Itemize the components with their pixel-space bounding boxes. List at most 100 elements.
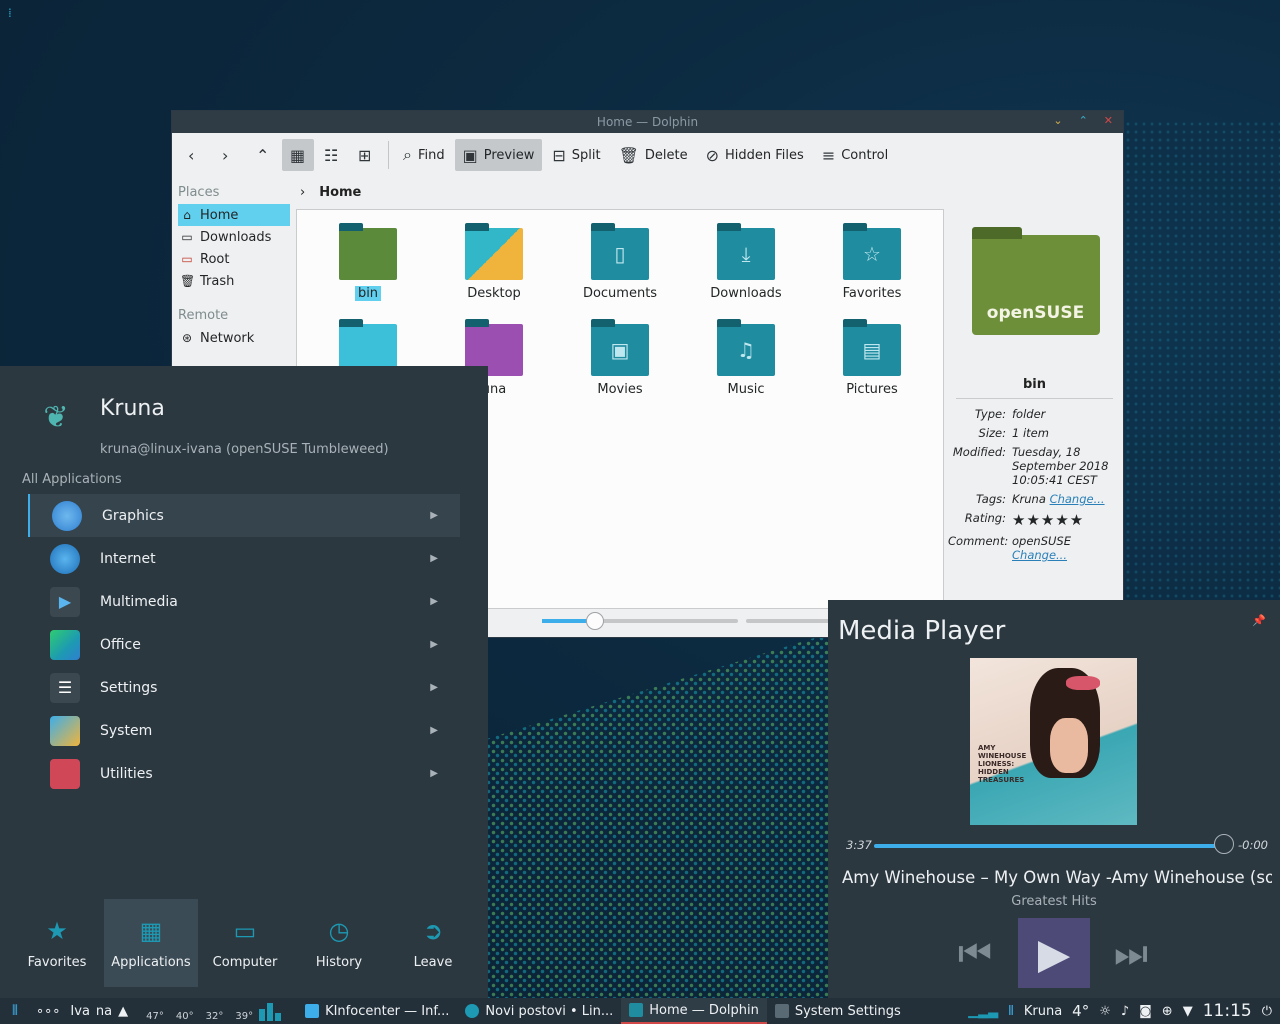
category-multimedia[interactable]: ▶ Multimedia ▶ <box>28 580 460 623</box>
breadcrumb-chevron-icon[interactable]: › <box>300 185 305 200</box>
compact-view-button[interactable]: ☷ <box>316 139 348 171</box>
hamburger-menu-icon: ≡ <box>821 145 836 165</box>
split-button[interactable]: ⊟ Split <box>544 139 608 171</box>
tree-view-icon: ⊞ <box>358 145 372 165</box>
category-settings[interactable]: ☰ Settings ▶ <box>28 666 460 709</box>
zoom-slider-handle[interactable] <box>586 612 604 630</box>
play-button[interactable]: ▶ <box>1018 918 1090 988</box>
pin-icon[interactable]: 📌 <box>1252 614 1266 627</box>
find-label: Find <box>417 147 445 163</box>
places-item-root[interactable]: ▭ Root <box>172 248 296 270</box>
maximize-icon[interactable]: ⌃ <box>1079 114 1088 127</box>
tab-history[interactable]: ◷ History <box>292 899 386 987</box>
rating-stars[interactable]: ★★★★★ <box>1012 511 1123 529</box>
change-tags-link[interactable]: Change... <box>1050 492 1105 506</box>
network-graph-icon[interactable]: ▁▂▃ <box>968 1004 998 1019</box>
file-item-downloads[interactable]: ⤓ Downloads <box>691 223 801 301</box>
desktop-toolbox-icon[interactable]: ⁞ <box>8 6 20 24</box>
category-system[interactable]: System ▶ <box>28 709 460 752</box>
cpu-monitor <box>259 1001 291 1021</box>
category-label: System <box>100 722 153 739</box>
chevron-up-icon: ⌃ <box>256 145 270 165</box>
up-button[interactable]: ⌃ <box>248 139 280 171</box>
pager-desktop-1[interactable]: Iva <box>70 1004 90 1019</box>
category-label: Settings <box>100 679 158 696</box>
control-button[interactable]: ≡ Control <box>814 139 896 171</box>
task-system-settings[interactable]: System Settings <box>767 998 909 1024</box>
tab-label: Computer <box>212 954 278 970</box>
places-item-network[interactable]: ⊛ Network <box>172 327 296 349</box>
media-icon[interactable]: ♪ <box>1121 1004 1129 1019</box>
sun-icon[interactable]: ☼ <box>1099 1004 1111 1019</box>
chevron-up-icon[interactable]: ▲ <box>118 1004 128 1019</box>
breadcrumb-home[interactable]: Home <box>319 185 361 200</box>
chevron-right-icon: ▶ <box>430 725 438 736</box>
preview-label: Preview <box>483 147 535 163</box>
power-icon[interactable]: ⏻ <box>1262 1004 1272 1019</box>
tab-leave[interactable]: ➲ Leave <box>386 899 480 987</box>
tray-expand-icon[interactable]: ▼ <box>1183 1004 1193 1019</box>
file-item-favorites[interactable]: ☆ Favorites <box>817 223 927 301</box>
task-label: KInfocenter — Inf... <box>325 1003 450 1019</box>
pager-desktop-2[interactable]: na <box>96 1004 112 1019</box>
category-office[interactable]: Office ▶ <box>28 623 460 666</box>
find-button[interactable]: ⌕ Find <box>395 139 453 171</box>
browser-icon <box>465 1004 480 1018</box>
task-browser[interactable]: Novi postovi • Lin... <box>457 998 621 1024</box>
trash-icon: 🗑 <box>180 274 196 288</box>
trash-icon: 🗑 <box>618 145 639 165</box>
task-kinfocenter[interactable]: KInfocenter — Inf... <box>297 998 457 1024</box>
monitor-icon: ▭ <box>233 916 257 945</box>
places-item-home[interactable]: ⌂ Home <box>178 204 290 226</box>
info-title: bin <box>956 377 1113 399</box>
avatar[interactable]: ❦ <box>30 400 82 442</box>
launcher-button[interactable]: ⦀ <box>0 998 30 1024</box>
meta-key: Modified: <box>952 445 1006 459</box>
hidden-files-button[interactable]: ⊘ Hidden Files <box>698 139 812 171</box>
next-track-button[interactable]: ⏭ <box>1108 918 1154 988</box>
preview-button[interactable]: ▣ Preview <box>454 139 543 171</box>
category-utilities[interactable]: Utilities ▶ <box>28 752 460 795</box>
task-dolphin[interactable]: Home — Dolphin <box>621 998 767 1024</box>
back-button[interactable]: ‹ <box>180 139 212 171</box>
tab-favorites[interactable]: ★ Favorites <box>10 899 104 987</box>
previous-track-button[interactable]: ⏮ <box>952 918 998 988</box>
file-item-pictures[interactable]: ▤ Pictures <box>817 319 927 397</box>
icons-view-button[interactable]: ▦ <box>282 139 314 171</box>
audio-bars-icon[interactable]: ⦀ <box>1008 1004 1014 1019</box>
tab-computer[interactable]: ▭ Computer <box>198 899 292 987</box>
stop-icon[interactable]: ◙ <box>1139 1004 1152 1019</box>
chevron-right-icon: ▶ <box>430 639 438 650</box>
tray-user[interactable]: Kruna <box>1024 1004 1062 1019</box>
zoom-slider[interactable] <box>542 612 738 630</box>
dolphin-titlebar[interactable]: Home — Dolphin ⌄ ⌃ ✕ <box>172 111 1123 133</box>
change-comment-link[interactable]: Change... <box>1012 548 1067 562</box>
delete-button[interactable]: 🗑 Delete <box>611 139 696 171</box>
album-name: Greatest Hits <box>1011 894 1097 909</box>
places-item-trash[interactable]: 🗑 Trash <box>172 270 296 292</box>
updates-icon[interactable]: ⊕ <box>1162 1004 1173 1019</box>
details-view-button[interactable]: ⊞ <box>350 139 382 171</box>
seek-bar[interactable] <box>874 844 1224 848</box>
file-item-movies[interactable]: ▣ Movies <box>565 319 675 397</box>
close-icon[interactable]: ✕ <box>1104 114 1113 127</box>
file-item-music[interactable]: ♫ Music <box>691 319 801 397</box>
category-internet[interactable]: Internet ▶ <box>28 537 460 580</box>
file-item-bin[interactable]: bin <box>313 223 423 301</box>
weather-temp[interactable]: 4° <box>1072 1002 1089 1020</box>
split-label: Split <box>571 147 601 163</box>
forward-button[interactable]: › <box>214 139 246 171</box>
more-icon[interactable]: ∘∘∘ <box>36 1004 60 1019</box>
category-graphics[interactable]: Graphics ▶ <box>28 494 460 537</box>
seek-handle[interactable] <box>1214 834 1234 854</box>
places-item-downloads[interactable]: ▭ Downloads <box>172 226 296 248</box>
folder-icon: ▭ <box>181 230 193 244</box>
minimize-icon[interactable]: ⌄ <box>1053 114 1062 127</box>
tab-applications[interactable]: ▦ Applications <box>104 899 198 987</box>
file-label: bin <box>354 286 382 301</box>
file-item-documents[interactable]: ▯ Documents <box>565 223 675 301</box>
clock[interactable]: 11:15 <box>1203 1001 1252 1021</box>
file-label: Pictures <box>846 382 898 397</box>
category-label: Office <box>100 636 141 653</box>
file-item-desktop[interactable]: Desktop <box>439 223 549 301</box>
